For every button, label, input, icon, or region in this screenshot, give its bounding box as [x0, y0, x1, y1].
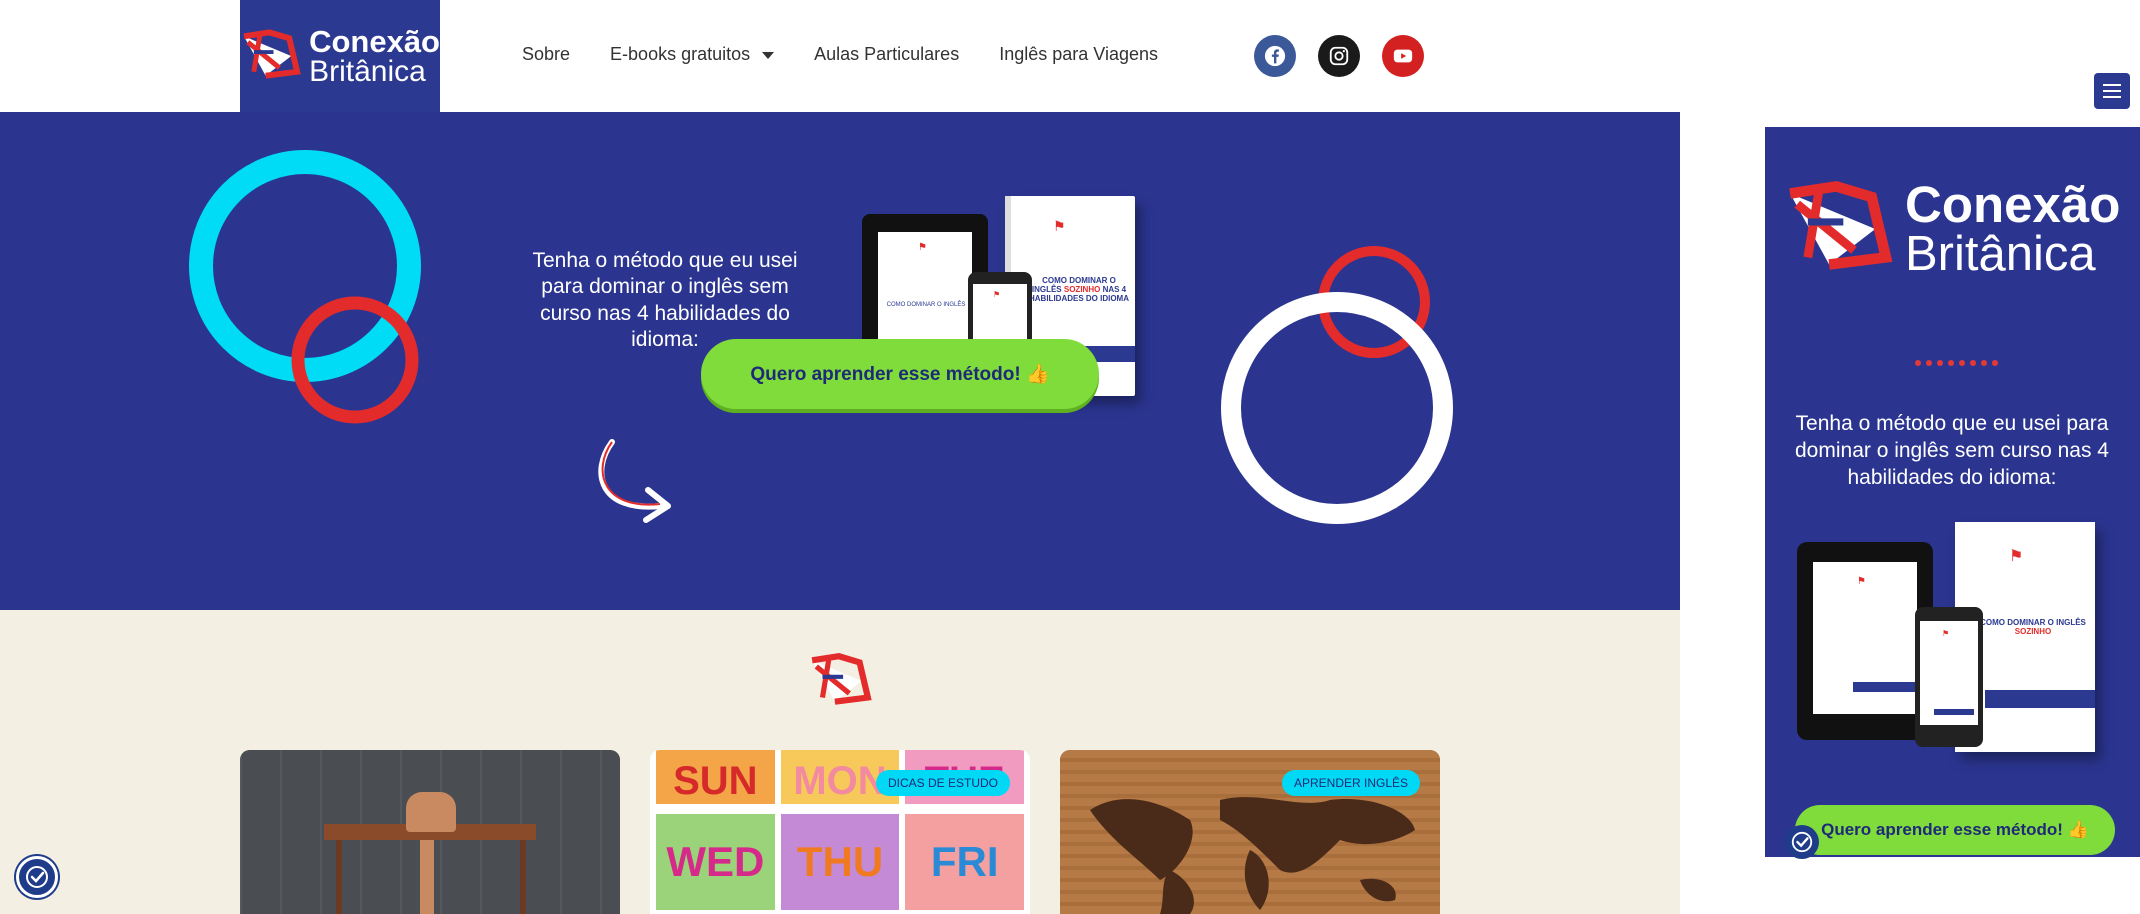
nav-viagens[interactable]: Inglês para Viagens: [999, 44, 1158, 65]
curved-arrow-icon: [598, 439, 663, 510]
side-logo-line2: Britânica: [1905, 227, 2096, 281]
side-cta-button[interactable]: Quero aprender esse método! 👍: [1795, 805, 2115, 855]
nav-ebooks-label: E-books gratuitos: [610, 44, 751, 64]
menu-button[interactable]: [2094, 73, 2130, 109]
side-headline: Tenha o método que eu usei para dominar …: [1795, 412, 2109, 489]
divider-dots: [1915, 360, 1998, 366]
social-links: [1254, 35, 1424, 77]
side-tablet-mockup: ⚑: [1797, 542, 1933, 740]
blog-card-3[interactable]: APRENDER INGLÊS: [1060, 750, 1440, 914]
nav-ebooks[interactable]: E-books gratuitos: [610, 44, 775, 65]
nav-sobre[interactable]: Sobre: [522, 44, 570, 65]
accessibility-button-side[interactable]: [1785, 825, 1819, 859]
side-phone-mockup: ⚑: [1915, 607, 1983, 747]
nav-aulas[interactable]: Aulas Particulares: [814, 44, 959, 65]
menu-icon: [2103, 84, 2121, 86]
youtube-icon[interactable]: [1382, 35, 1424, 77]
category-badge[interactable]: APRENDER INGLÊS: [1281, 770, 1420, 796]
caret-down-icon: [762, 51, 775, 59]
accessibility-button[interactable]: [16, 856, 58, 898]
blog-card-1[interactable]: [240, 750, 620, 914]
accessibility-icon: [1791, 831, 1813, 853]
category-badge[interactable]: DICAS DE ESTUDO: [875, 770, 1010, 796]
site-logo[interactable]: Conexão Britânica: [240, 0, 440, 112]
section-logo-icon: [811, 653, 872, 705]
hero-headline: Tenha o método que eu usei para dominar …: [532, 249, 798, 351]
main-nav: Sobre E-books gratuitos Aulas Particular…: [522, 44, 1158, 65]
side-panel: Conexão Britânica Tenha o método que eu …: [1765, 127, 2140, 857]
facebook-icon[interactable]: [1254, 35, 1296, 77]
accessibility-icon: [26, 866, 48, 888]
world-map-image: [1090, 797, 1415, 914]
side-logo-mark-icon: [1789, 180, 1893, 270]
instagram-icon[interactable]: [1318, 35, 1360, 77]
blog-card-2[interactable]: SUN MON TUE WED THU FRI DICAS DE ESTUDO: [650, 750, 1030, 914]
cta-button[interactable]: Quero aprender esse método! 👍: [701, 339, 1099, 409]
logo-mark-icon: [243, 29, 301, 79]
side-logo-line1: Conexão: [1905, 176, 2121, 233]
side-logo: Conexão Britânica: [1783, 179, 2120, 279]
logo-text-line1: Conexão: [309, 23, 440, 59]
logo-text-line2: Britânica: [309, 54, 426, 88]
